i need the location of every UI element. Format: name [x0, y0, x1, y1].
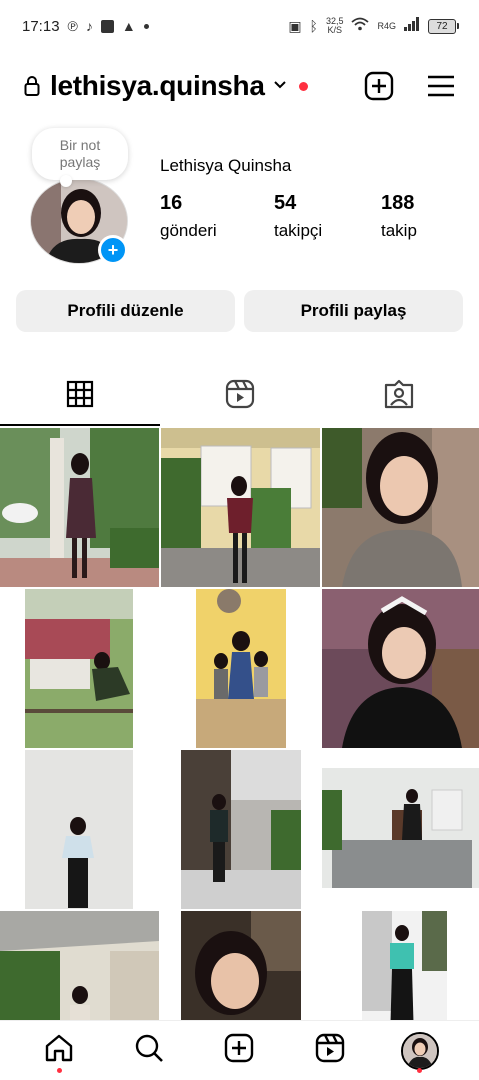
- nav-search[interactable]: [125, 1027, 173, 1075]
- post-thumbnail[interactable]: [161, 750, 320, 909]
- bottom-navigation: [0, 1020, 479, 1080]
- status-time: 17:13: [22, 17, 60, 35]
- reels-icon: [315, 1033, 345, 1068]
- search-icon: [134, 1033, 164, 1068]
- reels-icon: [225, 379, 255, 414]
- create-icon: [224, 1033, 254, 1068]
- network-speed: 32,5 K/S: [325, 16, 344, 35]
- post-thumbnail[interactable]: [322, 589, 479, 748]
- notification-dot: [56, 1067, 62, 1073]
- following-stat[interactable]: 188 takip: [381, 192, 417, 241]
- tab-posts-grid[interactable]: [0, 366, 160, 426]
- post-thumbnail[interactable]: [0, 750, 159, 909]
- more-notifications-icon: [143, 23, 149, 29]
- share-profile-button[interactable]: Profili paylaş: [244, 290, 463, 332]
- wifi-icon: [351, 17, 370, 35]
- tab-reels[interactable]: [160, 366, 320, 426]
- posts-count: 16: [160, 192, 183, 214]
- post-thumbnail[interactable]: [322, 428, 479, 587]
- notification-dot: [417, 1067, 423, 1073]
- post-thumbnail[interactable]: [322, 750, 479, 909]
- home-icon: [44, 1033, 74, 1068]
- nfc-icon: ▣: [288, 18, 302, 34]
- add-story-button[interactable]: +: [98, 235, 128, 265]
- post-thumbnail[interactable]: [161, 911, 320, 1020]
- signal-icon: [404, 17, 420, 35]
- followers-count: 54: [274, 192, 297, 214]
- menu-button[interactable]: [425, 70, 457, 102]
- grid-icon: [66, 380, 94, 413]
- nav-profile[interactable]: [396, 1027, 444, 1075]
- post-thumbnail[interactable]: [0, 428, 159, 587]
- battery-icon: 72: [428, 18, 459, 34]
- followers-label: takipçi: [274, 221, 323, 240]
- posts-stat[interactable]: 16 gönderi: [160, 192, 217, 241]
- tiktok-icon: ♪: [85, 18, 93, 34]
- followers-stat[interactable]: 54 takipçi: [274, 192, 322, 241]
- posts-grid: [0, 428, 479, 1020]
- tab-tagged[interactable]: [319, 366, 479, 426]
- username-switcher[interactable]: lethisya.quinsha: [50, 70, 265, 102]
- profile-header: lethisya.quinsha: [0, 62, 479, 110]
- notification-dot: [298, 81, 308, 91]
- network-type: R4G: [377, 20, 396, 31]
- lock-icon: [24, 75, 40, 97]
- tagged-icon: [384, 379, 414, 414]
- following-label: takip: [381, 221, 417, 240]
- edit-profile-button[interactable]: Profili düzenle: [16, 290, 235, 332]
- status-bar: 17:13 ℗ ♪ ▲ ▣ ᛒ 32,5 K/S R4G 72: [0, 0, 479, 52]
- bluetooth-icon: ᛒ: [309, 18, 318, 34]
- create-post-button[interactable]: [363, 70, 395, 102]
- post-thumbnail[interactable]: [161, 589, 320, 748]
- profile-tabs: [0, 366, 479, 426]
- note-bubble[interactable]: Bir not paylaş: [32, 128, 128, 187]
- post-thumbnail[interactable]: [0, 911, 159, 1020]
- app-notification-icon: [100, 19, 114, 33]
- posts-label: gönderi: [160, 221, 217, 240]
- warning-icon: ▲: [121, 18, 136, 34]
- chevron-down-icon[interactable]: [273, 77, 287, 95]
- pinterest-icon: ℗: [67, 18, 78, 34]
- following-count: 188: [381, 192, 415, 214]
- profile-avatar: [400, 1031, 439, 1070]
- post-thumbnail[interactable]: [161, 428, 320, 587]
- nav-create[interactable]: [215, 1027, 263, 1075]
- nav-home[interactable]: [35, 1027, 83, 1075]
- full-name: Lethisya Quinsha: [160, 156, 292, 175]
- post-thumbnail[interactable]: [322, 911, 479, 1020]
- nav-reels[interactable]: [306, 1027, 354, 1075]
- post-thumbnail[interactable]: [0, 589, 159, 748]
